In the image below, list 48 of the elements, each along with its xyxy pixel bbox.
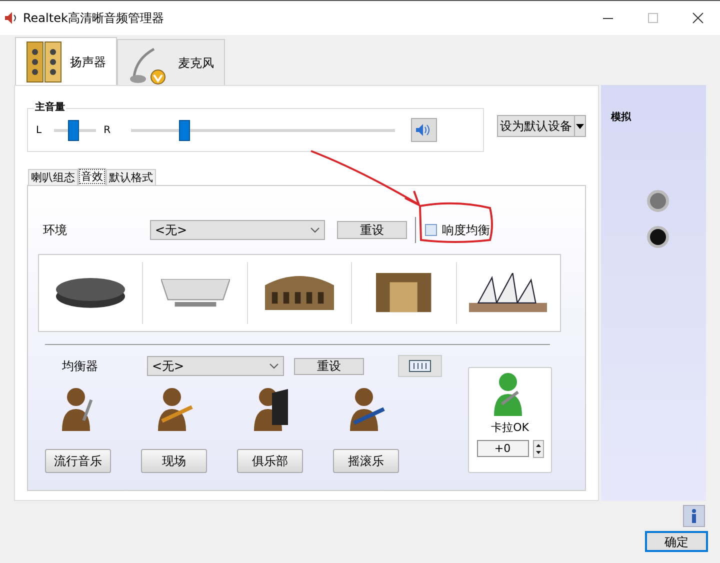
close-icon <box>692 12 704 24</box>
ok-button[interactable]: 确定 <box>645 531 708 552</box>
karaoke-field[interactable]: +0 <box>476 440 528 457</box>
caret-icon <box>576 124 584 128</box>
slider-track[interactable] <box>54 120 96 140</box>
preset-button[interactable]: 摇滚乐 <box>333 449 399 473</box>
speaker-icon <box>4 11 18 25</box>
slider-thumb[interactable] <box>68 120 79 140</box>
bathtub-icon <box>160 279 230 307</box>
mute-button[interactable] <box>410 118 437 142</box>
karaoke-label: 卡拉OK <box>491 420 529 436</box>
slider-thumb[interactable] <box>178 120 190 140</box>
opera-house-icon <box>469 273 548 313</box>
spin-buttons[interactable] <box>532 440 544 458</box>
preset-button[interactable]: 流行音乐 <box>45 449 111 473</box>
device-tab[interactable]: 麦克风 <box>117 39 225 85</box>
info-button[interactable] <box>683 505 705 527</box>
right-label: R <box>104 124 111 138</box>
left-label: L <box>36 124 42 138</box>
stone-room-icon <box>376 273 432 313</box>
sub-tab[interactable]: 喇叭组态 <box>28 169 78 185</box>
jack-icon <box>646 190 668 212</box>
default-device-button[interactable]: 设为默认设备 <box>497 115 586 137</box>
preset-button[interactable]: 俱乐部 <box>237 449 303 473</box>
info-icon <box>691 509 697 523</box>
preset-button[interactable]: 现场 <box>141 449 207 473</box>
dropdown[interactable]: <无> <box>147 356 284 376</box>
disc-icon <box>56 278 126 308</box>
loudness-checkbox[interactable] <box>425 224 437 236</box>
speaker-cabinet-icon <box>26 40 62 84</box>
environment-label: 环境 <box>43 222 68 239</box>
window-title: Realtek高清晰音频管理器 <box>23 10 164 27</box>
device-tab[interactable]: 扬声器 <box>15 37 117 85</box>
side-panel-title: 模拟 <box>611 110 631 125</box>
chevron-icon <box>310 227 320 233</box>
sub-tab[interactable]: 音效 <box>78 168 106 185</box>
sub-tab[interactable]: 默认格式 <box>106 169 156 185</box>
reset-button[interactable]: 重设 <box>294 358 364 374</box>
equalizer-settings-button[interactable] <box>398 355 442 377</box>
chevron-icon <box>269 363 279 369</box>
reset-button[interactable]: 重设 <box>337 221 407 239</box>
colosseum-icon <box>265 276 334 310</box>
slider-track[interactable] <box>130 120 395 140</box>
loudness-label[interactable]: 响度均衡 <box>442 221 490 239</box>
dropdown[interactable]: <无> <box>150 220 325 240</box>
equalizer-label: 均衡器 <box>62 358 99 375</box>
jack-icon <box>646 226 668 248</box>
equalizer-icon <box>409 360 431 372</box>
